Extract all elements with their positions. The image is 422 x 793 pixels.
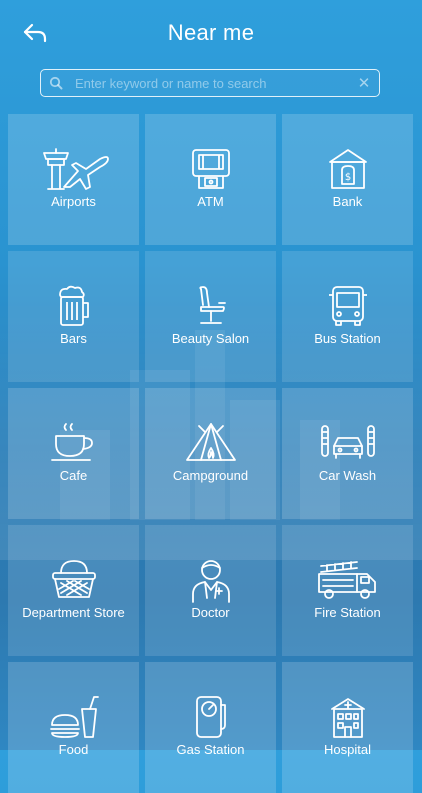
atm-icon xyxy=(191,149,230,189)
bus-icon xyxy=(328,286,367,326)
category-label: Bank xyxy=(332,194,363,209)
category-tile-bus-station[interactable]: Bus Station xyxy=(282,251,413,382)
category-tile-doctor[interactable]: Doctor xyxy=(145,525,276,656)
clear-search-button[interactable]: ✕ xyxy=(349,70,379,96)
category-tile-atm[interactable]: ATM xyxy=(145,114,276,245)
bank-icon: $ xyxy=(328,149,367,189)
category-label: Campground xyxy=(172,468,249,483)
doctor-icon xyxy=(191,560,230,603)
category-tile-airports[interactable]: Airports xyxy=(8,114,139,245)
airport-icon xyxy=(42,148,109,190)
svg-text:$: $ xyxy=(344,172,350,183)
category-label: Cafe xyxy=(59,468,88,483)
category-label: ATM xyxy=(197,194,224,209)
page-title: Near me xyxy=(167,20,255,45)
category-label: Bus Station xyxy=(314,331,381,346)
category-label: Bars xyxy=(60,331,87,346)
search-bar: ✕ xyxy=(40,69,380,97)
fire-truck-icon xyxy=(317,561,376,599)
coffee-cup-icon xyxy=(50,423,93,461)
gas-pump-icon xyxy=(195,696,226,738)
salon-chair-icon xyxy=(198,286,226,324)
category-tile-bank[interactable]: $ Bank xyxy=(282,114,413,245)
category-tile-beauty-salon[interactable]: Beauty Salon xyxy=(145,251,276,382)
car-wash-icon xyxy=(320,425,375,459)
category-tile-fire-station[interactable]: Fire Station xyxy=(282,525,413,656)
search-input[interactable] xyxy=(71,71,349,95)
category-tile-campground[interactable]: Campground xyxy=(145,388,276,519)
category-tile-hospital[interactable]: Hospital xyxy=(282,662,413,793)
category-tile-department-store[interactable]: Department Store xyxy=(8,525,139,656)
header-bar: Near me xyxy=(0,0,422,64)
hospital-icon xyxy=(330,698,365,738)
category-tile-cafe[interactable]: Cafe xyxy=(8,388,139,519)
category-label: Car Wash xyxy=(318,468,377,483)
basket-icon xyxy=(51,560,96,598)
fast-food-icon xyxy=(49,696,99,738)
category-tile-bars[interactable]: Bars xyxy=(8,251,139,382)
category-label: Fire Station xyxy=(314,605,381,620)
category-label: Department Store xyxy=(22,605,125,620)
category-tile-gas-station[interactable]: Gas Station xyxy=(145,662,276,793)
tent-icon xyxy=(185,423,236,461)
category-label: Beauty Salon xyxy=(171,331,250,346)
search-icon xyxy=(41,70,71,96)
category-grid: Airports ATM $ Bank Bars Beauty Salon Bu… xyxy=(8,114,414,793)
beer-mug-icon xyxy=(58,285,89,326)
category-tile-car-wash[interactable]: Car Wash xyxy=(282,388,413,519)
category-tile-food[interactable]: Food xyxy=(8,662,139,793)
category-label: Airports xyxy=(51,194,96,209)
category-label: Doctor xyxy=(191,605,230,620)
